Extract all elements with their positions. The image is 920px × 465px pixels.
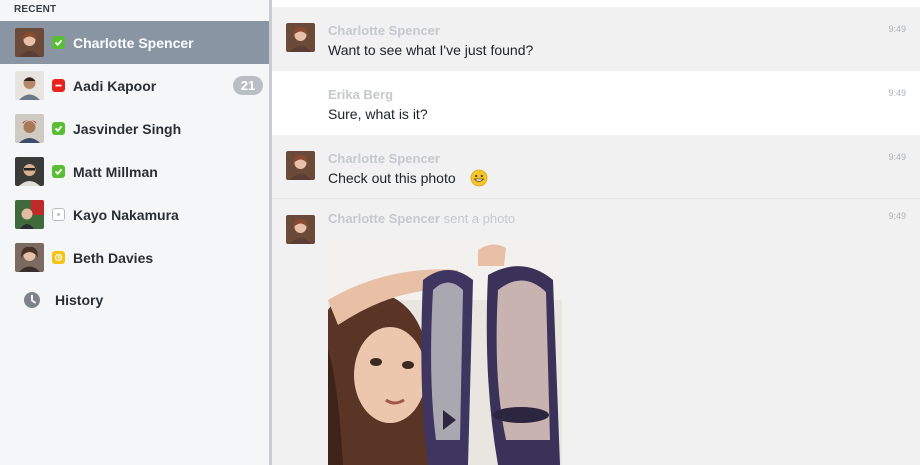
shared-photo[interactable] <box>328 240 562 465</box>
contact-name: Aadi Kapoor <box>73 77 157 94</box>
message-text: Check out this photo <box>328 170 456 186</box>
sender-avatar <box>286 215 315 244</box>
clock-icon <box>24 292 40 308</box>
sender-avatar <box>286 151 315 180</box>
message-sender: Erika Berg <box>328 87 394 102</box>
grinning-emoji-icon <box>470 169 488 187</box>
online-status-icon <box>52 122 65 135</box>
sender-avatar <box>286 23 315 52</box>
avatar <box>15 243 44 272</box>
contact-charlotte-spencer[interactable]: Charlotte Spencer <box>0 21 269 64</box>
message-sender: Charlotte Spencer sent a photo <box>328 211 515 226</box>
avatar <box>15 114 44 143</box>
message-sender: Charlotte Spencer <box>328 151 440 166</box>
history-item[interactable]: History <box>0 280 269 320</box>
message-row: Charlotte Spencer Want to see what I've … <box>272 7 920 71</box>
sender-name: Charlotte Spencer <box>328 211 440 226</box>
contact-beth-davies[interactable]: Beth Davies <box>0 236 269 279</box>
contacts-sidebar: RECENT Charlotte Spencer Aadi Kapoor 21 … <box>0 0 269 465</box>
offline-status-icon <box>52 208 65 221</box>
message-time: 9:49 <box>888 24 906 34</box>
message-sender: Charlotte Spencer <box>328 23 440 38</box>
online-status-icon <box>52 36 65 49</box>
contact-jasvinder-singh[interactable]: Jasvinder Singh <box>0 107 269 150</box>
contact-kayo-nakamura[interactable]: Kayo Nakamura <box>0 193 269 236</box>
contact-matt-millman[interactable]: Matt Millman <box>0 150 269 193</box>
message-text: Sure, what is it? <box>328 106 428 122</box>
avatar <box>15 200 44 229</box>
message-row: Charlotte Spencer sent a photo 9:49 <box>272 199 920 465</box>
message-time: 9:49 <box>888 211 906 221</box>
sender-action: sent a photo <box>443 211 516 226</box>
message-time: 9:49 <box>888 88 906 98</box>
avatar <box>15 71 44 100</box>
unread-count-badge: 21 <box>233 76 263 95</box>
away-status-icon <box>52 251 65 264</box>
message-row: Charlotte Spencer Check out this photo 9… <box>272 135 920 199</box>
message-time: 9:49 <box>888 152 906 162</box>
busy-status-icon <box>52 79 65 92</box>
avatar <box>15 157 44 186</box>
online-status-icon <box>52 165 65 178</box>
section-header-recent: RECENT <box>14 4 57 15</box>
contact-name: Charlotte Spencer <box>73 34 194 51</box>
message-row: Erika Berg Sure, what is it? 9:49 <box>272 71 920 135</box>
avatar <box>15 28 44 57</box>
contact-name: Kayo Nakamura <box>73 206 179 223</box>
contact-name: Matt Millman <box>73 163 158 180</box>
contact-aadi-kapoor[interactable]: Aadi Kapoor 21 <box>0 64 269 107</box>
contact-name: Beth Davies <box>73 249 154 266</box>
history-label: History <box>55 292 104 308</box>
message-text: Want to see what I've just found? <box>328 42 534 58</box>
chat-top-strip <box>272 0 920 7</box>
contact-name: Jasvinder Singh <box>73 120 182 137</box>
